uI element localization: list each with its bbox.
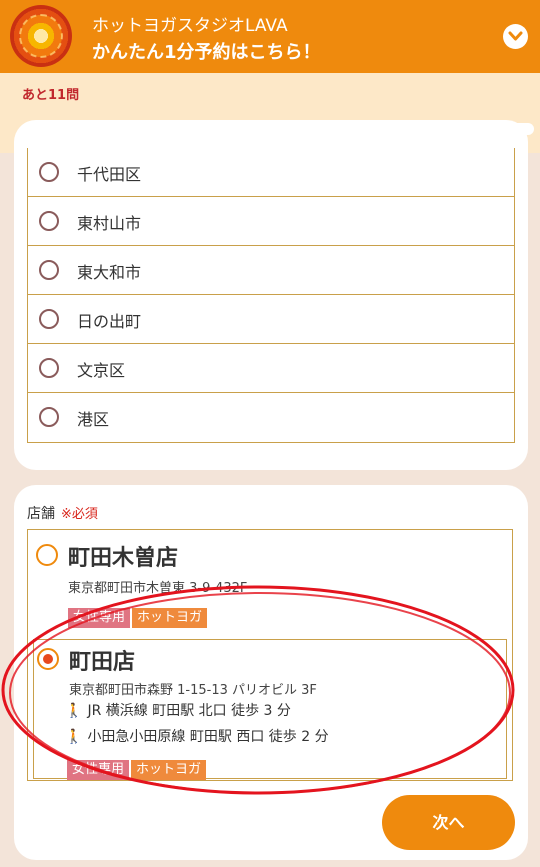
area-option[interactable]: 日の出町 xyxy=(28,295,514,344)
area-option[interactable]: 文京区 xyxy=(28,344,514,393)
store-field-label: 店舗 ※必須 xyxy=(27,503,98,523)
tag-women-only: 女性専用 xyxy=(67,760,130,780)
remaining-questions: あと11問 xyxy=(22,88,80,103)
tag-hot-yoga: ホットヨガ xyxy=(131,760,207,780)
area-option-label: 東村山市 xyxy=(77,214,142,233)
store-name: 町田店 xyxy=(69,650,136,675)
radio-button[interactable] xyxy=(36,544,58,566)
area-list: 千代田区 東村山市 東大和市 日の出町 文京区 港区 xyxy=(27,148,515,443)
store-tags: 女性専用 ホットヨガ xyxy=(68,606,209,628)
radio-button[interactable] xyxy=(39,407,59,427)
access-line: 🚶 JR 横浜線 町田駅 北口 徒歩 3 分 xyxy=(65,700,291,720)
chevron-down-icon[interactable] xyxy=(503,24,528,49)
radio-button[interactable] xyxy=(39,309,59,329)
lava-logo-icon xyxy=(10,5,72,67)
walking-person-icon: 🚶 xyxy=(65,729,83,745)
app-header[interactable]: ホットヨガスタジオLAVA かんたん1分予約はこちら！ xyxy=(0,0,540,73)
store-address: 東京都町田市木曽東 3-9-432F xyxy=(68,581,248,596)
store-name: 町田木曽店 xyxy=(68,546,179,571)
radio-button-selected[interactable] xyxy=(37,648,59,670)
next-button[interactable]: 次へ xyxy=(382,795,515,850)
header-subtitle: かんたん1分予約はこちら！ xyxy=(92,42,321,63)
store-tags: 女性専用 ホットヨガ xyxy=(67,758,208,780)
area-option-label: 日の出町 xyxy=(77,312,142,331)
store-option[interactable]: 町田木曽店 東京都町田市木曽東 3-9-432F 女性専用 ホットヨガ xyxy=(28,530,512,637)
area-option[interactable]: 東村山市 xyxy=(28,197,514,246)
area-option[interactable]: 千代田区 xyxy=(28,148,514,197)
store-list: 町田木曽店 東京都町田市木曽東 3-9-432F 女性専用 ホットヨガ 町田店 東… xyxy=(27,529,513,781)
walking-person-icon: 🚶 xyxy=(65,703,83,719)
radio-button[interactable] xyxy=(39,358,59,378)
store-option-selected[interactable]: 町田店 東京都町田市森野 1-15-13 パリオビル 3F 🚶 JR 横浜線 町田… xyxy=(33,639,507,780)
area-option-label: 東大和市 xyxy=(77,263,142,282)
store-address: 東京都町田市森野 1-15-13 パリオビル 3F xyxy=(69,683,317,698)
area-option[interactable]: 東大和市 xyxy=(28,246,514,295)
store-label-text: 店舗 xyxy=(27,506,55,522)
tag-hot-yoga: ホットヨガ xyxy=(132,608,208,628)
area-option-label: 千代田区 xyxy=(77,165,142,184)
required-mark: ※必須 xyxy=(61,507,98,522)
radio-button[interactable] xyxy=(39,260,59,280)
radio-button[interactable] xyxy=(39,162,59,182)
header-title: ホットヨガスタジオLAVA xyxy=(92,16,288,36)
area-option[interactable]: 港区 xyxy=(28,393,514,442)
access-line: 🚶 小田急小田原線 町田駅 西口 徒歩 2 分 xyxy=(65,726,329,746)
access-text: JR 横浜線 町田駅 北口 徒歩 3 分 xyxy=(87,703,291,719)
access-text: 小田急小田原線 町田駅 西口 徒歩 2 分 xyxy=(87,729,329,745)
tag-women-only: 女性専用 xyxy=(68,608,131,628)
area-option-label: 港区 xyxy=(77,410,110,429)
area-option-label: 文京区 xyxy=(77,361,126,380)
radio-button[interactable] xyxy=(39,211,59,231)
